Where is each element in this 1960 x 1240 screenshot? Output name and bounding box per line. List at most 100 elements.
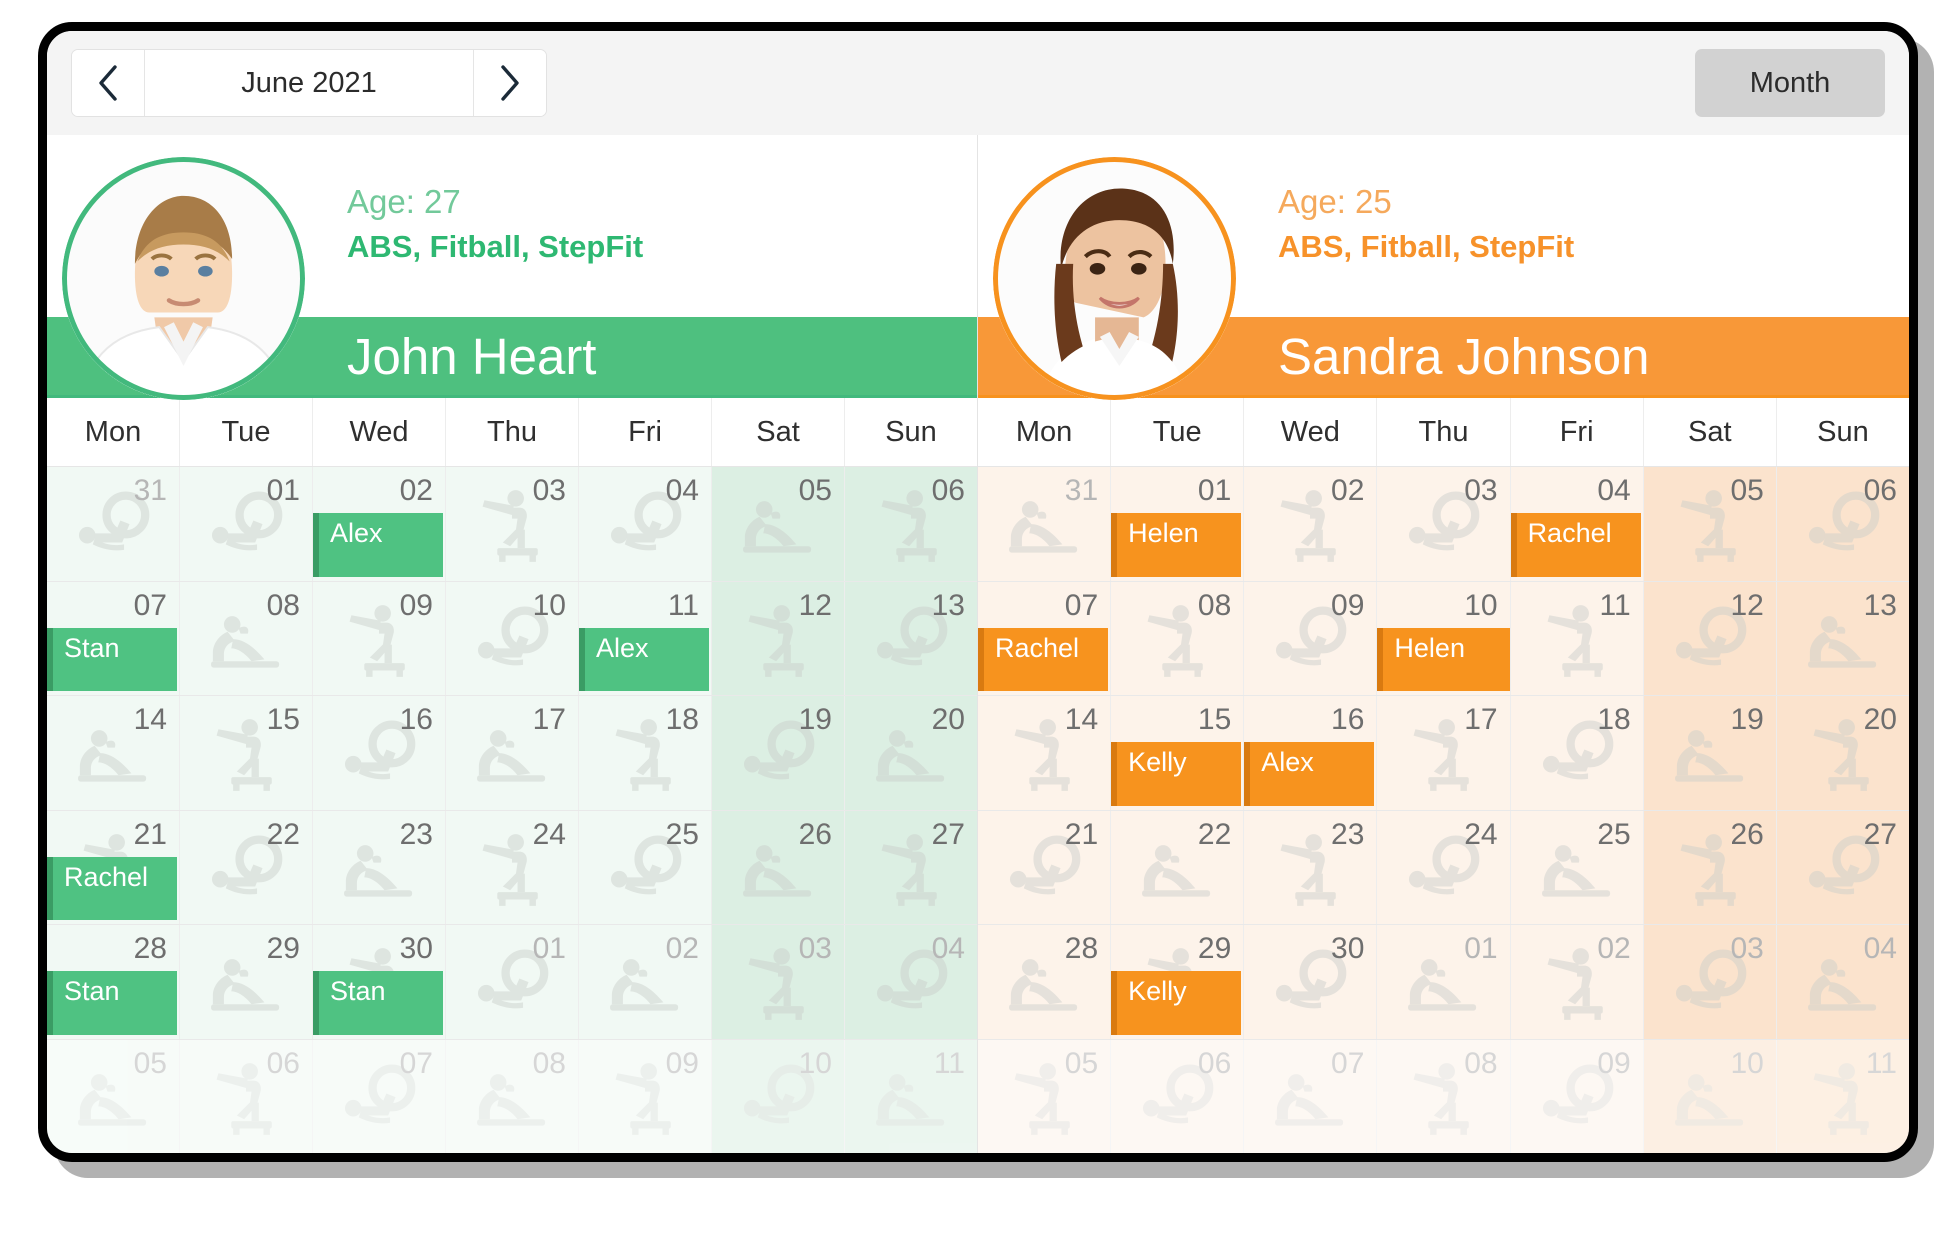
calendar-day-cell[interactable]: 19 <box>712 696 845 810</box>
calendar-day-cell[interactable]: 02 Alex <box>313 467 446 581</box>
appointment-chip[interactable]: Kelly <box>1111 742 1242 806</box>
calendar-day-cell[interactable]: 25 <box>1510 810 1644 924</box>
calendar-day-cell[interactable]: 23 <box>1244 810 1378 924</box>
calendar-day-cell[interactable]: 08 <box>180 581 313 695</box>
calendar-day-cell[interactable]: 15 Kelly <box>1111 696 1245 810</box>
calendar-day-cell[interactable]: 28 Stan <box>47 925 180 1039</box>
calendar-day-cell[interactable]: 05 <box>978 1039 1112 1153</box>
calendar-day-cell[interactable]: 06 <box>1111 1039 1245 1153</box>
calendar-day-cell[interactable]: 11 <box>1776 1039 1909 1153</box>
appointment-chip[interactable]: Stan <box>313 971 443 1035</box>
calendar-day-cell[interactable]: 20 <box>1776 696 1909 810</box>
calendar-day-cell[interactable]: 03 <box>1377 467 1511 581</box>
calendar-day-cell[interactable]: 08 <box>1111 581 1245 695</box>
calendar-day-cell[interactable]: 09 <box>313 581 446 695</box>
calendar-day-cell[interactable]: 16 Alex <box>1244 696 1378 810</box>
calendar-day-cell[interactable]: 30 Stan <box>313 925 446 1039</box>
calendar-day-cell[interactable]: 17 <box>1377 696 1511 810</box>
calendar-day-cell[interactable]: 09 <box>1510 1039 1644 1153</box>
calendar-day-cell[interactable]: 09 <box>1244 581 1378 695</box>
calendar-day-cell[interactable]: 31 <box>978 467 1112 581</box>
calendar-day-cell[interactable]: 03 <box>1643 925 1777 1039</box>
calendar-day-cell[interactable]: 11 <box>1510 581 1644 695</box>
previous-period-button[interactable] <box>72 50 144 116</box>
appointment-chip[interactable]: Alex <box>579 627 709 691</box>
calendar-day-cell[interactable]: 02 <box>1244 467 1378 581</box>
calendar-day-cell[interactable]: 31 <box>47 467 180 581</box>
calendar-day-cell[interactable]: 06 <box>845 467 977 581</box>
calendar-day-cell[interactable]: 11 Alex <box>579 581 712 695</box>
calendar-day-cell[interactable]: 22 <box>180 810 313 924</box>
calendar-day-cell[interactable]: 13 <box>845 581 977 695</box>
calendar-day-cell[interactable]: 02 <box>579 925 712 1039</box>
calendar-day-cell[interactable]: 26 <box>712 810 845 924</box>
calendar-day-cell[interactable]: 30 <box>1244 925 1378 1039</box>
calendar-day-cell[interactable]: 09 <box>579 1039 712 1153</box>
calendar-day-cell[interactable]: 29 Kelly <box>1111 925 1245 1039</box>
calendar-day-cell[interactable]: 10 Helen <box>1377 581 1511 695</box>
appointment-chip[interactable]: Helen <box>1111 513 1242 577</box>
calendar-day-cell[interactable]: 23 <box>313 810 446 924</box>
calendar-day-cell[interactable]: 03 <box>446 467 579 581</box>
appointment-chip[interactable]: Stan <box>47 971 177 1035</box>
calendar-day-cell[interactable]: 05 <box>1643 467 1777 581</box>
calendar-day-cell[interactable]: 05 <box>712 467 845 581</box>
calendar-day-cell[interactable]: 07 <box>1244 1039 1378 1153</box>
calendar-day-cell[interactable]: 28 <box>978 925 1112 1039</box>
calendar-day-cell[interactable]: 01 <box>180 467 313 581</box>
calendar-day-cell[interactable]: 14 <box>978 696 1112 810</box>
calendar-day-cell[interactable]: 01 <box>1377 925 1511 1039</box>
calendar-day-cell[interactable]: 19 <box>1643 696 1777 810</box>
calendar-day-cell[interactable]: 06 <box>180 1039 313 1153</box>
calendar-day-cell[interactable]: 27 <box>845 810 977 924</box>
appointment-chip[interactable]: Rachel <box>1510 513 1641 577</box>
calendar-day-cell[interactable]: 10 <box>712 1039 845 1153</box>
calendar-day-cell[interactable]: 08 <box>446 1039 579 1153</box>
appointment-chip[interactable]: Rachel <box>978 627 1109 691</box>
calendar-day-cell[interactable]: 18 <box>1510 696 1644 810</box>
next-period-button[interactable] <box>474 50 546 116</box>
appointment-chip[interactable]: Helen <box>1377 627 1510 691</box>
calendar-day-cell[interactable]: 07 Stan <box>47 581 180 695</box>
calendar-day-cell[interactable]: 12 <box>1643 581 1777 695</box>
calendar-day-cell[interactable]: 01 Helen <box>1111 467 1245 581</box>
calendar-day-cell[interactable]: 24 <box>446 810 579 924</box>
calendar-day-cell[interactable]: 17 <box>446 696 579 810</box>
calendar-day-cell[interactable]: 21 <box>978 810 1112 924</box>
calendar-day-cell[interactable]: 20 <box>845 696 977 810</box>
calendar-day-cell[interactable]: 27 <box>1776 810 1909 924</box>
calendar-day-cell[interactable]: 07 <box>313 1039 446 1153</box>
appointment-chip[interactable]: Alex <box>313 513 443 577</box>
calendar-day-cell[interactable]: 08 <box>1377 1039 1511 1153</box>
calendar-day-cell[interactable]: 05 <box>47 1039 180 1153</box>
calendar-day-cell[interactable]: 10 <box>446 581 579 695</box>
calendar-day-cell[interactable]: 29 <box>180 925 313 1039</box>
calendar-day-cell[interactable]: 24 <box>1377 810 1511 924</box>
calendar-day-cell[interactable]: 04 Rachel <box>1510 467 1644 581</box>
calendar-day-cell[interactable]: 04 <box>579 467 712 581</box>
calendar-day-cell[interactable]: 12 <box>712 581 845 695</box>
calendar-day-cell[interactable]: 03 <box>712 925 845 1039</box>
calendar-day-cell[interactable]: 18 <box>579 696 712 810</box>
calendar-day-cell[interactable]: 04 <box>845 925 977 1039</box>
calendar-day-cell[interactable]: 11 <box>845 1039 977 1153</box>
calendar-day-cell[interactable]: 16 <box>313 696 446 810</box>
appointment-chip[interactable]: Rachel <box>47 856 177 920</box>
calendar-day-cell[interactable]: 26 <box>1643 810 1777 924</box>
appointment-chip[interactable]: Alex <box>1244 742 1375 806</box>
calendar-day-cell[interactable]: 15 <box>180 696 313 810</box>
calendar-day-cell[interactable]: 21 Rachel <box>47 810 180 924</box>
calendar-day-cell[interactable]: 06 <box>1776 467 1909 581</box>
calendar-day-cell[interactable]: 02 <box>1510 925 1644 1039</box>
calendar-day-cell[interactable]: 07 Rachel <box>978 581 1112 695</box>
calendar-day-cell[interactable]: 22 <box>1111 810 1245 924</box>
view-switcher-month-button[interactable]: Month <box>1695 49 1885 117</box>
calendar-day-cell[interactable]: 13 <box>1776 581 1909 695</box>
calendar-day-cell[interactable]: 01 <box>446 925 579 1039</box>
appointment-chip[interactable]: Stan <box>47 627 177 691</box>
calendar-day-cell[interactable]: 10 <box>1643 1039 1777 1153</box>
calendar-day-cell[interactable]: 25 <box>579 810 712 924</box>
calendar-day-cell[interactable]: 14 <box>47 696 180 810</box>
calendar-day-cell[interactable]: 04 <box>1776 925 1909 1039</box>
appointment-chip[interactable]: Kelly <box>1111 971 1242 1035</box>
